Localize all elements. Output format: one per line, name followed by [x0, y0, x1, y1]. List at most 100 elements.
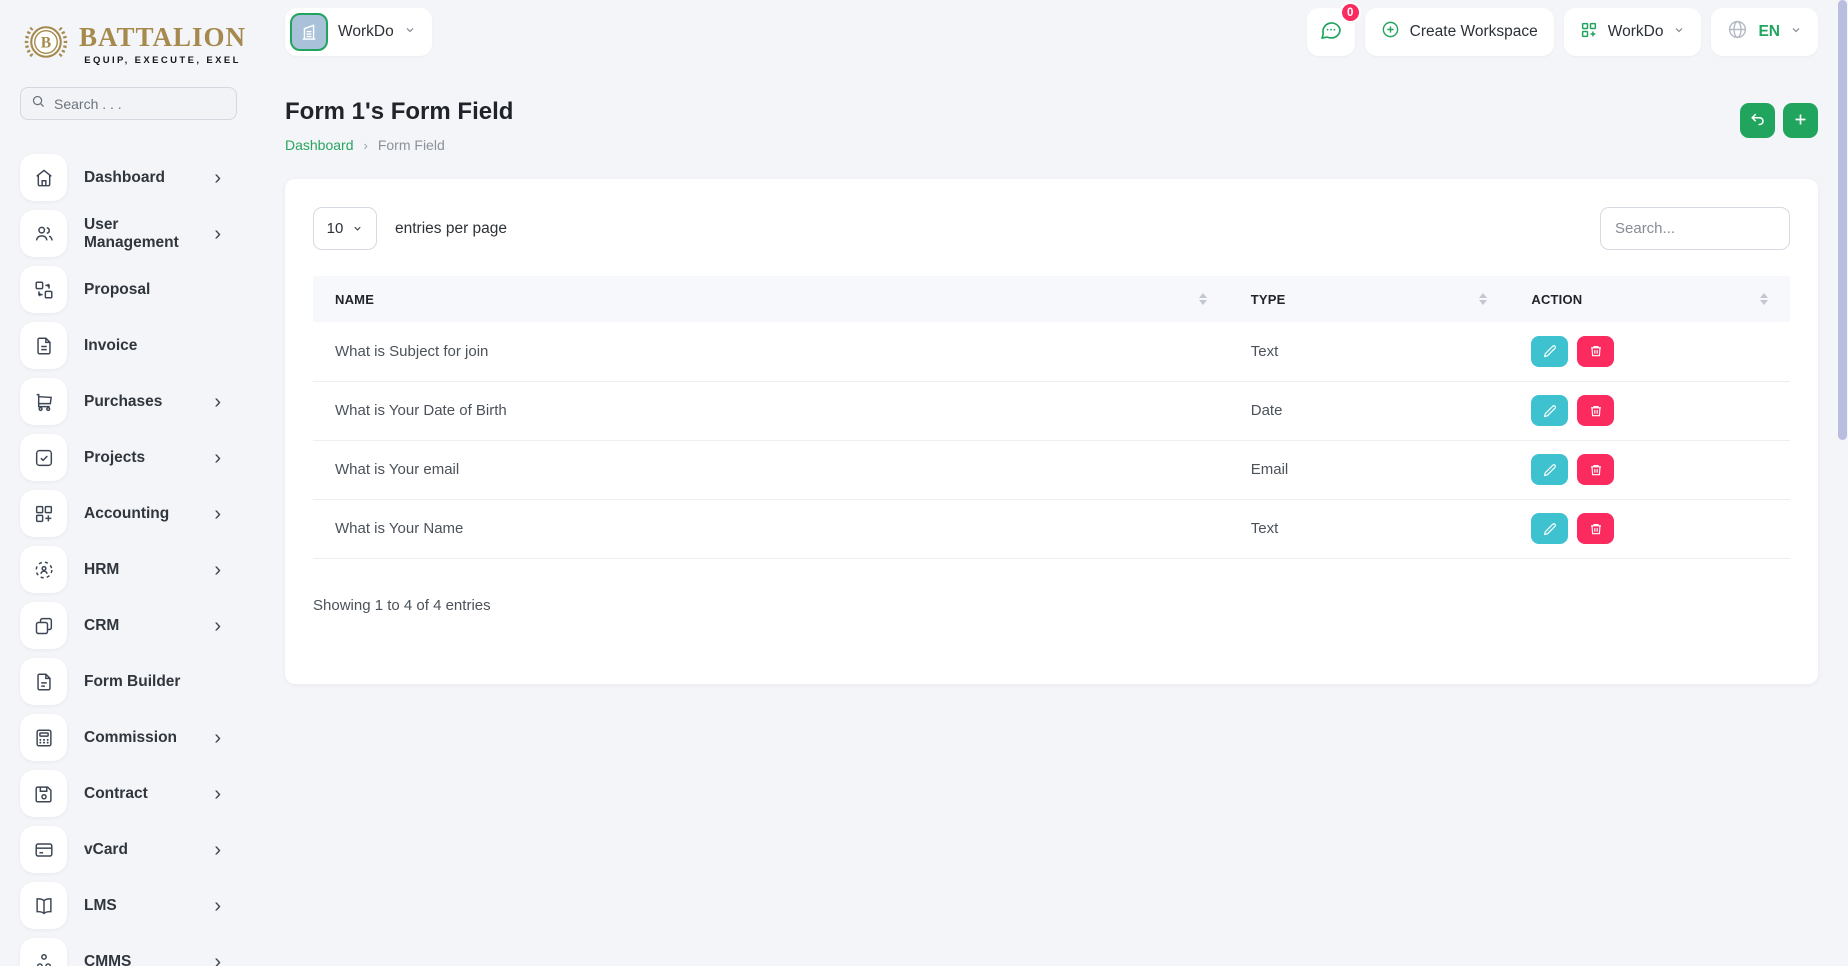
entries-summary: Showing 1 to 4 of 4 entries: [313, 597, 1790, 614]
floppy-icon: [20, 770, 67, 817]
create-workspace-button[interactable]: Create Workspace: [1365, 8, 1554, 56]
create-workspace-label: Create Workspace: [1410, 23, 1538, 41]
trash-icon: [1589, 404, 1603, 418]
sidebar-item-user-management[interactable]: User Management ›: [20, 210, 237, 257]
sidebar-item-purchases[interactable]: Purchases ›: [20, 378, 237, 425]
invoice-icon: [20, 322, 67, 369]
document-icon: [20, 658, 67, 705]
pencil-icon: [1543, 463, 1557, 477]
chevron-down-icon: [1790, 23, 1802, 41]
chevron-right-icon: ›: [214, 616, 221, 636]
cart-icon: [20, 378, 67, 425]
users-icon: [20, 210, 67, 257]
trash-icon: [1589, 522, 1603, 536]
column-header-type[interactable]: TYPE: [1229, 276, 1510, 322]
sidebar-item-projects[interactable]: Projects ›: [20, 434, 237, 481]
page-scrollbar[interactable]: [1838, 0, 1847, 966]
chevron-right-icon: ›: [214, 560, 221, 580]
entries-per-page-select[interactable]: 10: [313, 207, 377, 250]
brand-tagline: EQUIP, EXECUTE, EXEL: [79, 55, 246, 66]
sidebar-search-input[interactable]: [54, 96, 226, 112]
sidebar-item-label: vCard: [84, 841, 197, 859]
edit-button[interactable]: [1531, 513, 1568, 544]
sidebar-item-form-builder[interactable]: Form Builder: [20, 658, 237, 705]
trash-icon: [1589, 463, 1603, 477]
column-header-action[interactable]: ACTION: [1509, 276, 1790, 322]
delete-button[interactable]: [1577, 513, 1614, 544]
chevron-right-icon: ›: [214, 728, 221, 748]
grid-plus-icon: [20, 490, 67, 537]
workspace-name: WorkDo: [338, 23, 394, 41]
edit-button[interactable]: [1531, 336, 1568, 367]
workspace-switcher[interactable]: WorkDo: [285, 8, 432, 56]
sidebar-item-accounting[interactable]: Accounting ›: [20, 490, 237, 537]
check-square-icon: [20, 434, 67, 481]
sidebar-item-hrm[interactable]: HRM ›: [20, 546, 237, 593]
breadcrumb-current: Form Field: [378, 137, 445, 153]
sort-icon: [1479, 293, 1487, 305]
breadcrumb-dashboard-link[interactable]: Dashboard: [285, 137, 354, 153]
search-icon: [31, 94, 46, 114]
back-button[interactable]: [1740, 103, 1775, 138]
svg-text:B: B: [41, 35, 51, 52]
chevron-right-icon: ›: [214, 896, 221, 916]
language-selector[interactable]: EN: [1711, 8, 1818, 56]
table-row: What is Your Date of Birth Date: [313, 381, 1790, 440]
globe-icon: [1727, 19, 1748, 45]
sidebar: B BATTALION EQUIP, EXECUTE, EXEL Dashboa…: [0, 0, 255, 966]
sidebar-item-cmms[interactable]: CMMS ›: [20, 938, 237, 966]
sidebar-item-contract[interactable]: Contract ›: [20, 770, 237, 817]
sidebar-item-label: CMMS: [84, 953, 197, 966]
sidebar-search: [20, 87, 237, 120]
sidebar-item-label: Projects: [84, 449, 197, 467]
chevron-down-icon: [352, 223, 363, 234]
page-header: Form 1's Form Field Dashboard › Form Fie…: [285, 98, 1818, 153]
chevron-right-icon: ›: [214, 952, 221, 966]
workspace-menu[interactable]: WorkDo: [1564, 8, 1702, 56]
sidebar-item-dashboard[interactable]: Dashboard ›: [20, 154, 237, 201]
grid-plus-icon: [1580, 21, 1598, 44]
column-label: ACTION: [1531, 292, 1582, 307]
overlap-squares-icon: [20, 602, 67, 649]
brand-name: BATTALION: [79, 24, 246, 51]
home-icon: [20, 154, 67, 201]
sidebar-item-label: Contract: [84, 785, 197, 803]
sidebar-item-crm[interactable]: CRM ›: [20, 602, 237, 649]
page-size-value: 10: [327, 220, 344, 237]
sidebar-item-commission[interactable]: Commission ›: [20, 714, 237, 761]
circle-plus-icon: [1381, 20, 1400, 44]
building-icon: [290, 13, 328, 51]
field-name-cell: What is Your email: [313, 440, 1229, 499]
sidebar-item-lms[interactable]: LMS ›: [20, 882, 237, 929]
add-form-field-button[interactable]: [1783, 103, 1818, 138]
edit-button[interactable]: [1531, 395, 1568, 426]
circles-icon: [20, 938, 67, 966]
scrollbar-thumb[interactable]: [1838, 0, 1847, 440]
sidebar-item-invoice[interactable]: Invoice: [20, 322, 237, 369]
sidebar-item-proposal[interactable]: Proposal: [20, 266, 237, 313]
delete-button[interactable]: [1577, 336, 1614, 367]
sidebar-item-label: Form Builder: [84, 673, 237, 691]
undo-arrow-icon: [1749, 111, 1766, 131]
topbar: WorkDo 0 Create Workspace: [285, 8, 1818, 56]
delete-button[interactable]: [1577, 395, 1614, 426]
table-search-input[interactable]: [1600, 207, 1790, 250]
sidebar-item-label: HRM: [84, 561, 197, 579]
delete-button[interactable]: [1577, 454, 1614, 485]
sort-icon: [1199, 293, 1207, 305]
brand-logo[interactable]: B BATTALION EQUIP, EXECUTE, EXEL: [20, 16, 237, 73]
column-header-name[interactable]: NAME: [313, 276, 1229, 322]
sidebar-item-label: Accounting: [84, 505, 197, 523]
table-row: What is Your email Email: [313, 440, 1790, 499]
sidebar-item-label: Commission: [84, 729, 197, 747]
chevron-down-icon: [1673, 23, 1685, 41]
sidebar-item-vcard[interactable]: vCard ›: [20, 826, 237, 873]
trash-icon: [1589, 344, 1603, 358]
table-header-row: NAME TYPE ACTION: [313, 276, 1790, 322]
sidebar-menu: Dashboard › User Management › Proposal I…: [20, 154, 237, 966]
chevron-right-icon: ›: [214, 224, 221, 244]
field-name-cell: What is Your Date of Birth: [313, 381, 1229, 440]
messages-button[interactable]: 0: [1307, 8, 1355, 56]
edit-button[interactable]: [1531, 454, 1568, 485]
sidebar-item-label: LMS: [84, 897, 197, 915]
